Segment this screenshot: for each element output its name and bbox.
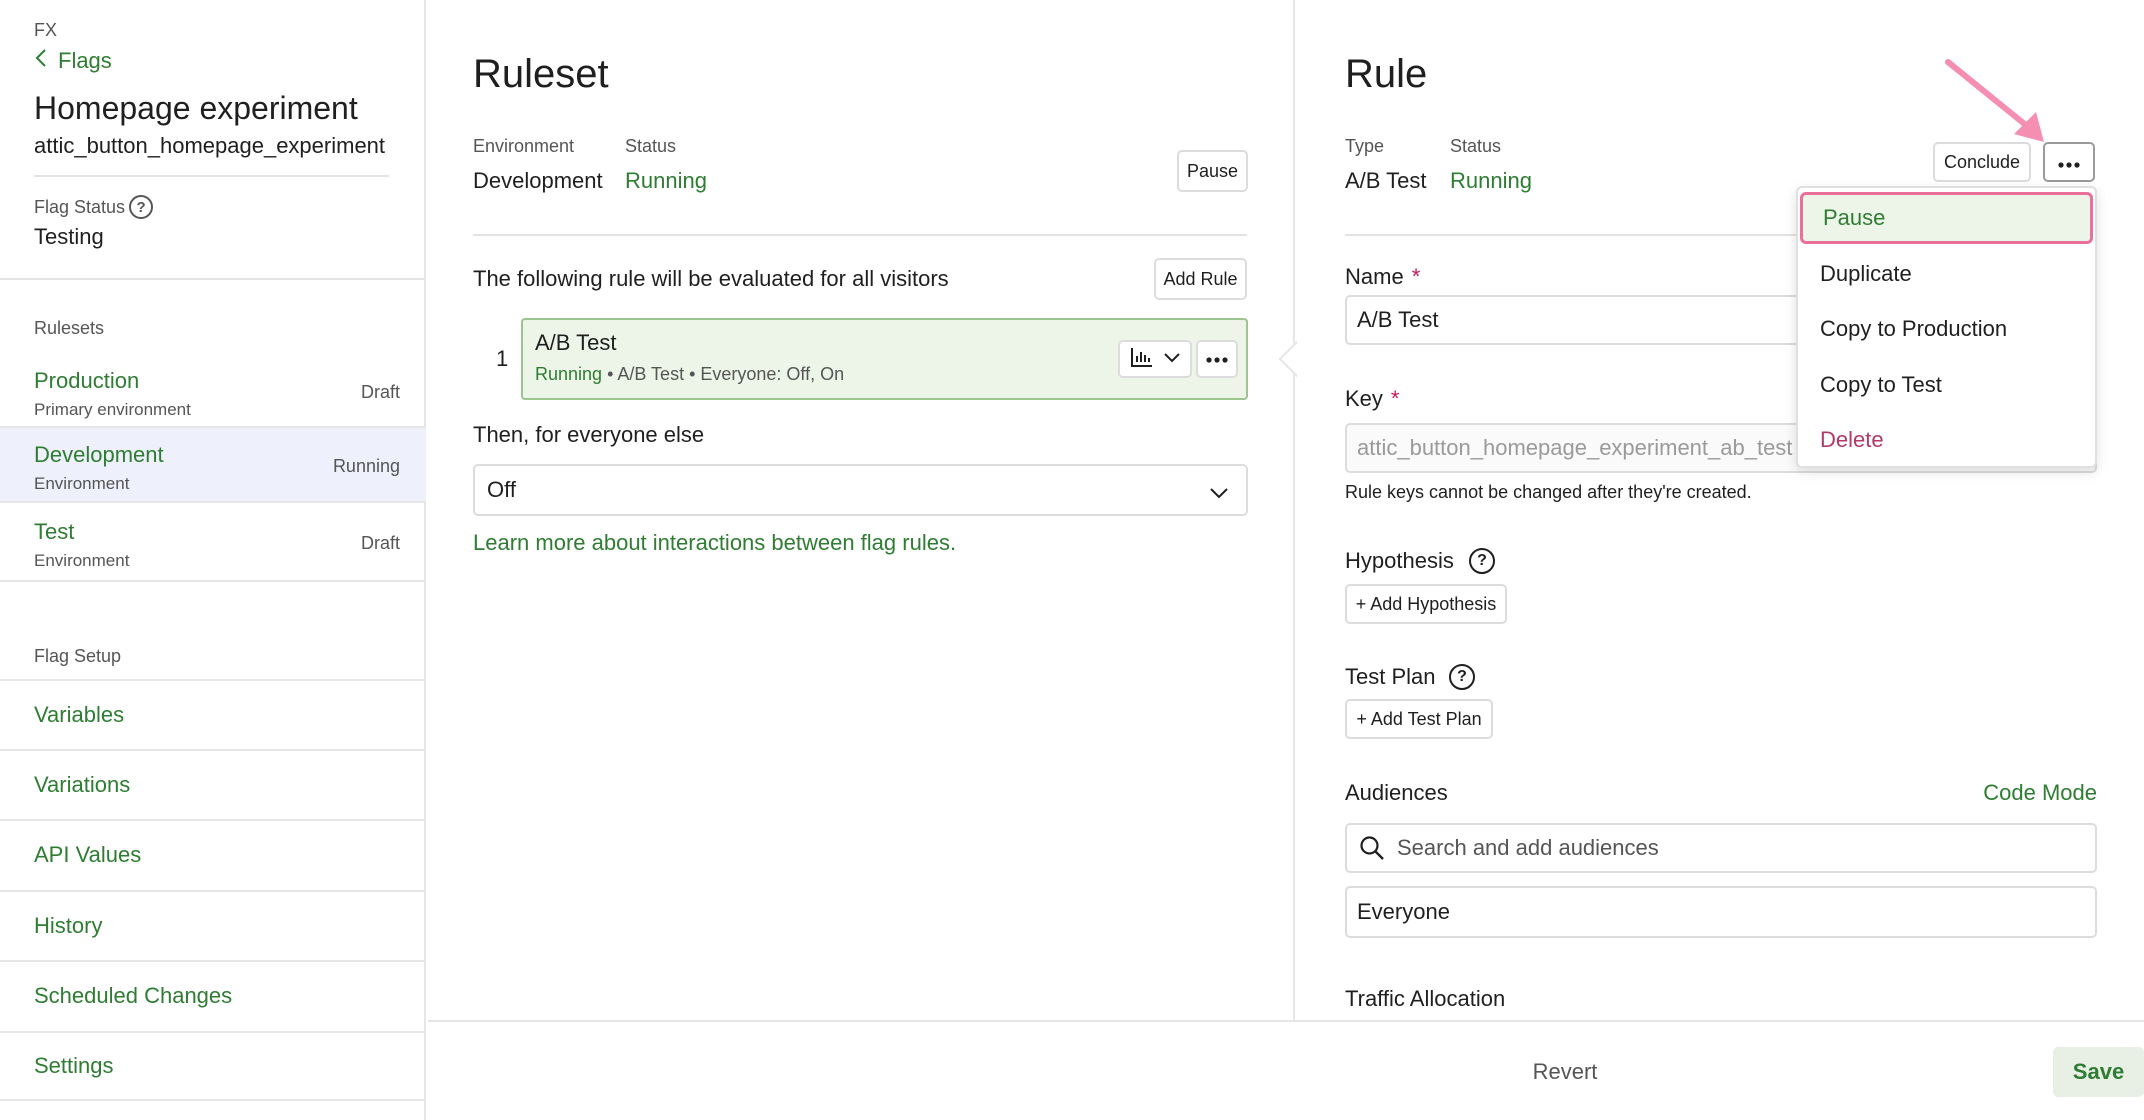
rule-panel-title: Rule (1345, 52, 1428, 96)
ruleset-subtitle: Environment (34, 474, 130, 493)
required-mark: * (1390, 386, 1400, 411)
flag-setup-heading: Flag Setup (34, 646, 122, 666)
chevron-down-icon (1210, 479, 1228, 505)
status-value: Running (1450, 168, 1532, 193)
rule-card[interactable]: A/B Test Running • A/B Test • Everyone: … (521, 318, 1248, 400)
back-link-label: Flags (58, 48, 112, 73)
environment-value: Development (473, 168, 603, 193)
chevron-down-icon (1164, 350, 1180, 368)
status-label: Status (625, 136, 677, 156)
status-label: Status (1450, 136, 1502, 156)
code-mode-link[interactable]: Code Mode (1983, 780, 2097, 806)
help-icon[interactable]: ? (1469, 548, 1495, 574)
key-label: Key * (1345, 386, 1399, 412)
environment-label: Environment (473, 136, 575, 156)
key-help-text: Rule keys cannot be changed after they'r… (1345, 482, 1752, 502)
type-label: Type (1345, 136, 1385, 156)
ellipsis-icon (1206, 350, 1228, 368)
ruleset-state: Running (332, 456, 400, 476)
ruleset-state: Draft (360, 382, 400, 402)
help-icon[interactable]: ? (129, 195, 154, 219)
nav-item-scheduled-changes[interactable]: Scheduled Changes (0, 960, 426, 1030)
hypothesis-label: Hypothesis (1345, 548, 1454, 573)
nav-item-history[interactable]: History (0, 890, 426, 960)
rule-number: 1 (496, 346, 509, 371)
add-test-plan-button[interactable]: + Add Test Plan (1345, 699, 1493, 739)
footer-bar (428, 1020, 2144, 1120)
rule-summary: Running • A/B Test • Everyone: Off, On (535, 364, 844, 385)
add-rule-button[interactable]: Add Rule (1154, 258, 1247, 300)
menu-item-pause[interactable]: Pause (1800, 192, 2093, 244)
traffic-allocation-label: Traffic Allocation (1345, 986, 1506, 1011)
audience-search-input[interactable]: Search and add audiences (1345, 823, 2097, 873)
nav-item-variables[interactable]: Variables (0, 679, 426, 749)
ruleset-name: Production (34, 368, 140, 393)
rule-title: A/B Test (535, 330, 617, 355)
menu-item-copy-to-production[interactable]: Copy to Production (1798, 303, 2095, 355)
results-dropdown-button[interactable] (1118, 340, 1192, 378)
rule-details: • A/B Test • Everyone: Off, On (602, 364, 845, 384)
divider (0, 278, 426, 280)
nav-item-settings[interactable]: Settings (0, 1031, 426, 1101)
flag-title: Homepage experiment (34, 90, 358, 126)
name-label-text: Name (1345, 264, 1404, 289)
ruleset-item-production[interactable]: Production Primary environment Draft (0, 354, 426, 431)
bar-chart-icon (1130, 346, 1154, 373)
annotation-arrow (1945, 59, 2044, 142)
chevron-left-icon (34, 48, 48, 74)
fallback-variation-select[interactable]: Off (473, 464, 1248, 516)
divider (473, 234, 1247, 236)
add-hypothesis-button[interactable]: + Add Hypothesis (1345, 584, 1507, 624)
rule-more-button[interactable] (1196, 340, 1238, 378)
nav-item-api-values[interactable]: API Values (0, 819, 426, 889)
app-label: FX (34, 20, 58, 40)
flag-status-label-text: Flag Status (34, 196, 126, 217)
status-value: Running (625, 168, 707, 193)
fallback-heading: Then, for everyone else (473, 422, 705, 447)
fallback-variation-value: Off (487, 477, 516, 502)
ruleset-state: Draft (360, 533, 400, 553)
save-button[interactable]: Save (2053, 1047, 2144, 1097)
divider (34, 175, 389, 177)
nav-item-variations[interactable]: Variations (0, 749, 426, 819)
ruleset-item-development[interactable]: Development Environment Running (0, 426, 426, 503)
flag-status-value: Testing (34, 224, 104, 249)
menu-item-delete[interactable]: Delete (1798, 414, 2095, 466)
rules-description: The following rule will be evaluated for… (473, 266, 949, 291)
ruleset-name: Development (34, 442, 164, 467)
ruleset-panel: Ruleset Environment Status Development R… (428, 0, 1295, 1020)
type-value: A/B Test (1345, 168, 1427, 193)
ruleset-title: Ruleset (473, 52, 609, 96)
audiences-label: Audiences (1345, 780, 1448, 805)
ruleset-subtitle: Primary environment (34, 400, 191, 419)
flag-key: attic_button_homepage_experiment (34, 133, 386, 158)
required-mark: * (1411, 264, 1421, 289)
ellipsis-icon (2058, 152, 2080, 173)
ruleset-name: Test (34, 519, 75, 544)
menu-item-copy-to-test[interactable]: Copy to Test (1798, 359, 2095, 411)
pause-ruleset-button[interactable]: Pause (1177, 150, 1248, 192)
audience-chip-everyone[interactable]: Everyone (1345, 886, 2097, 938)
learn-more-link[interactable]: Learn more about interactions between fl… (473, 530, 956, 556)
rule-status: Running (535, 364, 603, 384)
rule-actions-menu: Pause Duplicate Copy to Production Copy … (1796, 186, 2097, 468)
sidebar: FX Flags Homepage experiment attic_butto… (0, 0, 426, 1120)
test-plan-label: Test Plan (1345, 664, 1436, 689)
rule-tools (1118, 340, 1238, 378)
ruleset-subtitle: Environment (34, 551, 130, 570)
revert-button[interactable]: Revert (1510, 1052, 1620, 1092)
name-label: Name * (1345, 264, 1420, 290)
key-label-text: Key (1345, 386, 1383, 411)
flag-status-label: Flag Status ? (34, 195, 154, 219)
menu-item-duplicate[interactable]: Duplicate (1798, 248, 2095, 300)
back-to-flags-link[interactable]: Flags (34, 48, 112, 74)
help-icon[interactable]: ? (1449, 664, 1475, 690)
ruleset-item-test[interactable]: Test Environment Draft (0, 505, 426, 582)
audience-search-placeholder: Search and add audiences (1397, 835, 1659, 860)
rulesets-heading: Rulesets (34, 318, 105, 338)
search-icon (1359, 835, 1385, 861)
